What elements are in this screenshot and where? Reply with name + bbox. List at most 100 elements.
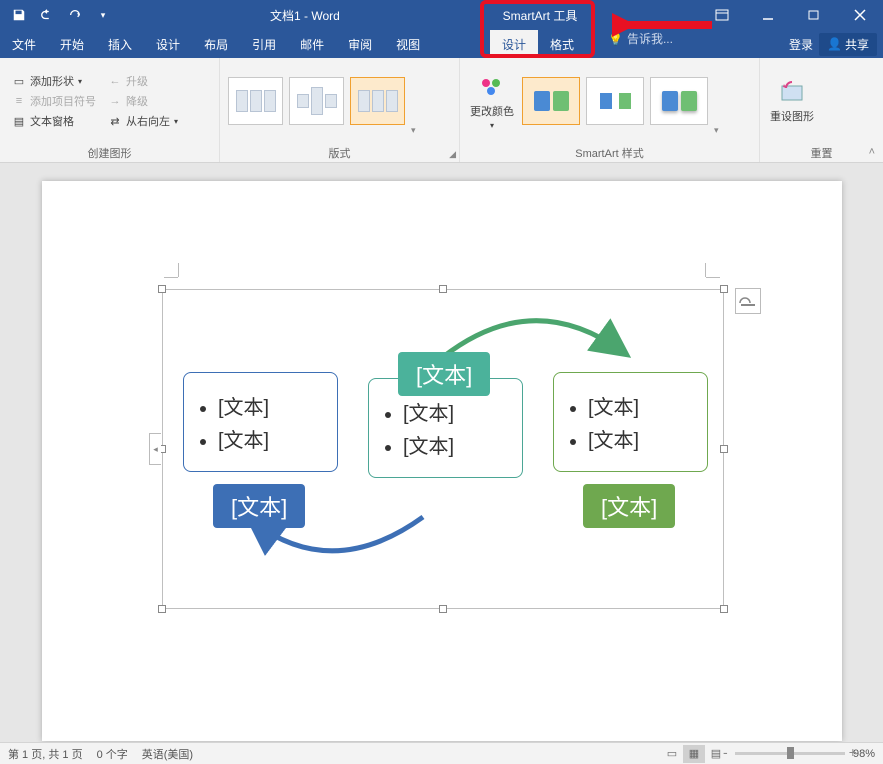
text-pane-label: 文本窗格 xyxy=(30,113,74,129)
maximize-button[interactable] xyxy=(791,0,837,30)
group-label-create-graphic: 创建图形 xyxy=(0,144,219,162)
tab-home[interactable]: 开始 xyxy=(48,30,96,58)
promote-icon: ← xyxy=(108,74,122,88)
change-colors-label: 更改颜色 xyxy=(470,103,514,119)
resize-handle[interactable] xyxy=(720,285,728,293)
smartart-title-1[interactable]: [文本] xyxy=(213,484,305,528)
smartart-title-2[interactable]: [文本] xyxy=(398,352,490,396)
demote-icon: → xyxy=(108,94,122,108)
resize-handle[interactable] xyxy=(439,605,447,613)
promote-label: 升级 xyxy=(126,73,148,89)
ribbon: ▭ 添加形状 ▾ ≡添加项目符号 ▤ 文本窗格 ← 升级 →降级 ⇄ 从右向左 ▾ 创建… xyxy=(0,58,883,163)
resize-handle[interactable] xyxy=(720,605,728,613)
group-label-reset: 重置 xyxy=(760,144,883,162)
resize-handle[interactable] xyxy=(439,285,447,293)
text-pane-button[interactable]: ▤ 文本窗格 xyxy=(8,112,100,130)
change-colors-icon xyxy=(478,73,506,101)
tab-file[interactable]: 文件 xyxy=(0,30,48,58)
change-colors-button[interactable]: 更改颜色 ▾ xyxy=(468,71,516,132)
tab-references[interactable]: 引用 xyxy=(240,30,288,58)
smartart-selection-frame[interactable]: ◂ [文本] [文本] [文本] [文本] [文本] xyxy=(162,289,724,609)
add-shape-label: 添加形状 xyxy=(30,73,74,89)
tab-insert[interactable]: 插入 xyxy=(96,30,144,58)
smartart-graphic[interactable]: [文本] [文本] [文本] [文本] [文本] [文本] [文本] xyxy=(183,312,703,558)
text-pane-icon: ▤ xyxy=(12,114,26,128)
smartart-node-3[interactable]: [文本] [文本] xyxy=(553,372,708,472)
tab-design[interactable]: 设计 xyxy=(144,30,192,58)
node-text[interactable]: [文本] xyxy=(403,397,506,426)
margin-mark xyxy=(698,263,720,285)
status-word-count[interactable]: 0 个字 xyxy=(97,746,128,762)
zoom-thumb[interactable] xyxy=(787,747,794,759)
qat-customize-button[interactable]: ▾ xyxy=(90,2,116,28)
reset-graphic-button[interactable]: 重设图形 xyxy=(768,76,816,126)
node-text[interactable]: [文本] xyxy=(403,430,506,459)
margin-mark xyxy=(164,263,186,285)
promote-button[interactable]: ← 升级 xyxy=(104,72,182,90)
group-label-layouts: 版式 xyxy=(329,145,351,161)
status-language[interactable]: 英语(美国) xyxy=(142,746,193,762)
add-bullet-icon: ≡ xyxy=(12,94,26,108)
demote-button[interactable]: →降级 xyxy=(104,92,182,110)
menu-bar: 文件 开始 插入 设计 布局 引用 邮件 审阅 视图 设计 格式 💡 告诉我..… xyxy=(0,30,883,58)
smartart-title-3[interactable]: [文本] xyxy=(583,484,675,528)
share-button[interactable]: 👤 共享 xyxy=(819,33,877,56)
rtl-label: 从右向左 xyxy=(126,113,170,129)
resize-handle[interactable] xyxy=(158,285,166,293)
tab-view[interactable]: 视图 xyxy=(384,30,432,58)
add-shape-icon: ▭ xyxy=(12,74,26,88)
node-text[interactable]: [文本] xyxy=(588,424,691,453)
redo-button[interactable] xyxy=(62,2,88,28)
context-tabs: 设计 格式 xyxy=(490,30,586,58)
styles-more-button[interactable]: ▾ xyxy=(714,125,719,140)
login-link[interactable]: 登录 xyxy=(789,36,813,53)
view-print-layout[interactable]: ▦ xyxy=(683,745,705,763)
page: ◂ [文本] [文本] [文本] [文本] [文本] xyxy=(42,181,842,741)
rtl-button[interactable]: ⇄从右向左 ▾ xyxy=(104,112,182,130)
document-area[interactable]: ◂ [文本] [文本] [文本] [文本] [文本] xyxy=(0,163,883,742)
quick-access-toolbar: ▾ xyxy=(0,2,116,28)
layout-option-3[interactable] xyxy=(350,77,405,125)
status-page[interactable]: 第 1 页, 共 1 页 xyxy=(8,746,83,762)
style-option-3[interactable] xyxy=(650,77,708,125)
close-button[interactable] xyxy=(837,0,883,30)
layout-option-1[interactable] xyxy=(228,77,283,125)
save-button[interactable] xyxy=(6,2,32,28)
title-bar: ▾ 文档1 - Word SmartArt 工具 xyxy=(0,0,883,30)
resize-handle[interactable] xyxy=(720,445,728,453)
tab-smartart-design[interactable]: 设计 xyxy=(490,30,538,58)
node-text[interactable]: [文本] xyxy=(588,391,691,420)
reset-icon xyxy=(778,78,806,106)
collapse-ribbon-button[interactable]: ˄ xyxy=(869,146,875,158)
tab-layout[interactable]: 布局 xyxy=(192,30,240,58)
text-pane-toggle[interactable]: ◂ xyxy=(149,433,161,465)
minimize-button[interactable] xyxy=(745,0,791,30)
layouts-more-button[interactable]: ▾ xyxy=(411,125,416,140)
tab-review[interactable]: 审阅 xyxy=(336,30,384,58)
window-controls xyxy=(699,0,883,30)
context-tool-title: SmartArt 工具 xyxy=(495,7,585,24)
annotation-arrow xyxy=(612,10,722,40)
smartart-node-1[interactable]: [文本] [文本] xyxy=(183,372,338,472)
resize-handle[interactable] xyxy=(158,605,166,613)
layout-option-2[interactable] xyxy=(289,77,344,125)
node-text[interactable]: [文本] xyxy=(218,424,321,453)
node-text[interactable]: [文本] xyxy=(218,391,321,420)
ribbon-group-create-graphic: ▭添加形状 ▾ ≡添加项目符号 ▤文本窗格 ←升级 →降级 ⇄从右向左 ▾ 创建… xyxy=(0,58,220,162)
status-bar: 第 1 页, 共 1 页 0 个字 英语(美国) ▭ ▦ ▤ 98% xyxy=(0,742,883,764)
add-bullet-button[interactable]: ≡添加项目符号 xyxy=(8,92,100,110)
layouts-launcher[interactable]: ◢ xyxy=(449,149,456,160)
tab-smartart-format[interactable]: 格式 xyxy=(538,30,586,58)
style-option-2[interactable] xyxy=(586,77,644,125)
undo-button[interactable] xyxy=(34,2,60,28)
layout-options-button[interactable] xyxy=(735,288,761,314)
style-option-1[interactable] xyxy=(522,77,580,125)
view-read-mode[interactable]: ▭ xyxy=(661,745,683,763)
ribbon-group-layouts: ▾ 版式 ◢ xyxy=(220,58,460,162)
document-title: 文档1 - Word xyxy=(270,7,340,24)
ribbon-group-styles: 更改颜色 ▾ ▾ SmartArt 样式 xyxy=(460,58,760,162)
zoom-slider[interactable] xyxy=(735,752,845,755)
add-shape-button[interactable]: ▭添加形状 ▾ xyxy=(8,72,100,90)
tab-mailings[interactable]: 邮件 xyxy=(288,30,336,58)
rtl-icon: ⇄ xyxy=(108,114,122,128)
